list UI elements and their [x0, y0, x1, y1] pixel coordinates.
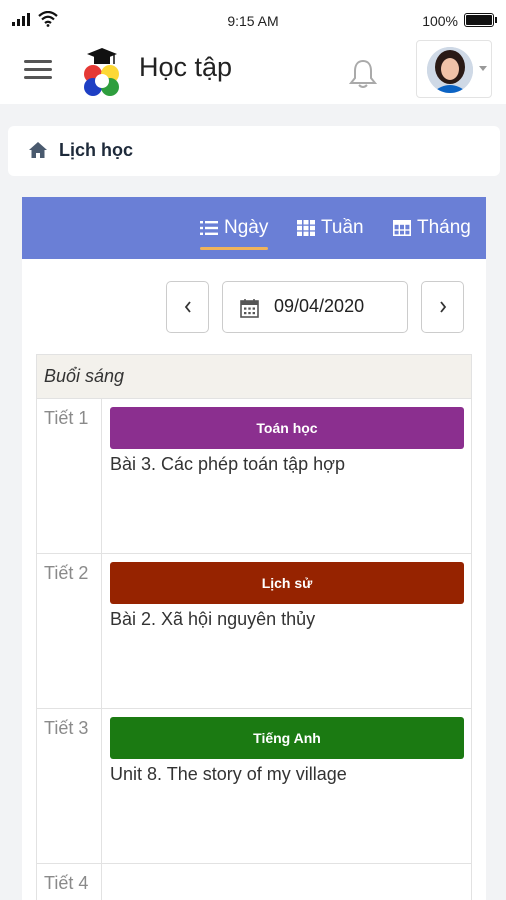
period-label: Tiết 3	[44, 718, 89, 738]
app-title: Học tập	[139, 52, 233, 82]
subject-badge-history[interactable]: Lịch sử	[110, 562, 464, 604]
date-value: 09/04/2020	[274, 296, 365, 316]
tab-thang[interactable]: Tháng	[393, 213, 471, 243]
period-row-3: Tiết 3 Tiếng Anh Unit 8. The story of my…	[36, 709, 472, 864]
tab-tuan-label: Tuần	[321, 217, 364, 238]
profile-menu[interactable]	[416, 40, 492, 98]
status-bar: 9:15 AM 100%	[0, 0, 506, 40]
table-icon	[393, 220, 411, 236]
prev-date-button[interactable]	[166, 281, 209, 333]
battery-icon	[464, 13, 494, 27]
chevron-right-icon	[439, 301, 446, 313]
subject-badge-english[interactable]: Tiếng Anh	[110, 717, 464, 759]
session-header: Buổi sáng	[36, 354, 472, 399]
lesson-title: Bài 2. Xã hội nguyên thủy	[110, 609, 316, 629]
tab-thang-label: Tháng	[417, 217, 471, 238]
hamburger-icon[interactable]	[24, 60, 52, 82]
bell-icon[interactable]	[348, 58, 378, 90]
lesson-title: Unit 8. The story of my village	[110, 764, 347, 784]
tab-tuan[interactable]: Tuần	[297, 213, 364, 243]
app-logo	[84, 48, 119, 96]
view-tabbar: Ngày Tuần Tháng	[22, 197, 486, 259]
schedule-card: Ngày Tuần Tháng 09/04/2020 Buổi sáng Tiế…	[22, 197, 486, 900]
period-label: Tiết 2	[44, 563, 89, 583]
period-row-2: Tiết 2 Lịch sử Bài 2. Xã hội nguyên thủy	[36, 554, 472, 709]
period-label: Tiết 4	[44, 873, 89, 893]
period-row-4: Tiết 4	[36, 864, 472, 900]
session-label: Buổi sáng	[44, 366, 125, 386]
lesson-title: Bài 3. Các phép toán tập hợp	[110, 454, 345, 474]
chevron-down-icon	[479, 66, 487, 71]
calendar-icon	[240, 299, 259, 318]
avatar	[427, 47, 473, 93]
grid-icon	[297, 220, 315, 236]
home-icon[interactable]	[28, 141, 48, 159]
next-date-button[interactable]	[421, 281, 464, 333]
app-header: Học tập	[0, 40, 506, 104]
list-icon	[200, 221, 218, 235]
subject-badge-math[interactable]: Toán học	[110, 407, 464, 449]
period-row-1: Tiết 1 Toán học Bài 3. Các phép toán tập…	[36, 399, 472, 554]
breadcrumb-current: Lịch học	[59, 140, 134, 160]
active-tab-indicator	[200, 247, 268, 250]
chevron-left-icon	[184, 301, 191, 313]
tab-ngay-label: Ngày	[224, 217, 269, 238]
tab-ngay[interactable]: Ngày	[200, 213, 268, 243]
period-label: Tiết 1	[44, 408, 89, 428]
breadcrumb: Lịch học	[8, 126, 500, 176]
battery-percent: 100%	[422, 13, 458, 29]
date-picker-field[interactable]: 09/04/2020	[222, 281, 408, 333]
